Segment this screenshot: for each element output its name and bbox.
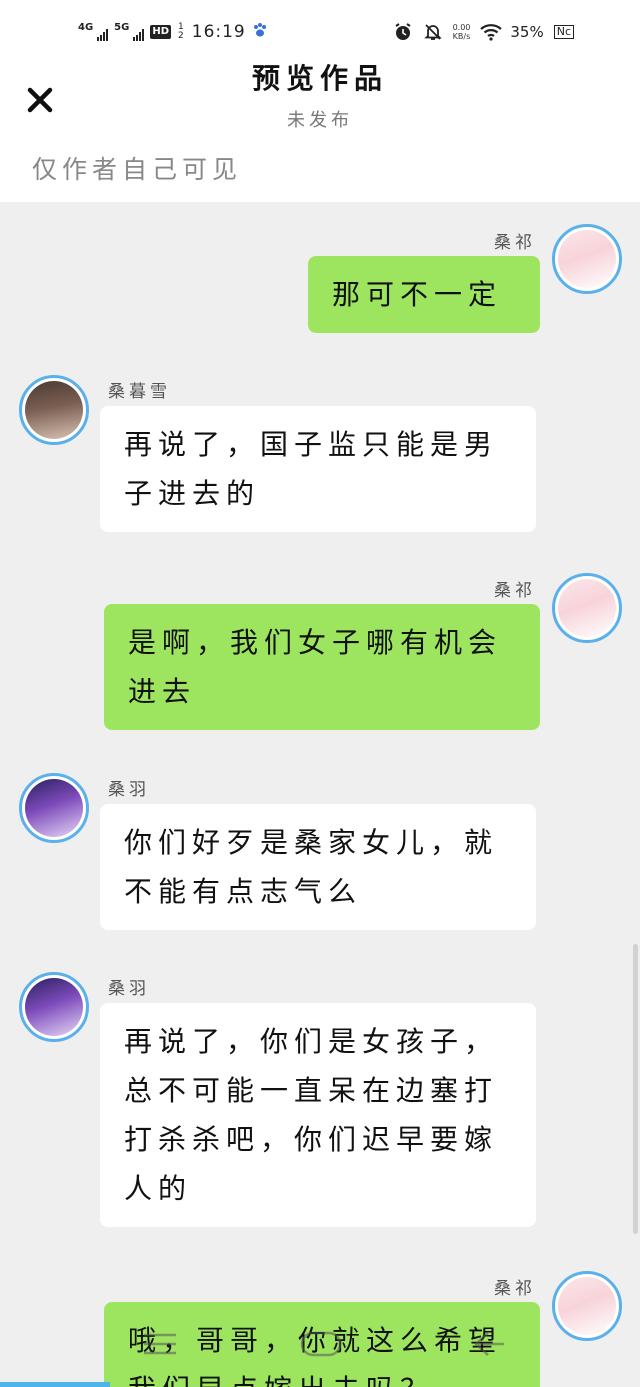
message-bubble[interactable]: 那可不一定 (308, 256, 540, 333)
sender-name: 桑羽 (108, 780, 150, 800)
nfc-icon: Nc (553, 25, 574, 39)
girl-avatar[interactable] (552, 224, 622, 294)
alarm-clock-icon (393, 22, 413, 42)
message-bubble[interactable]: 再说了，你们是女孩子，总不可能一直呆在边塞打打杀杀吧，你们迟早要嫁人的 (100, 1003, 536, 1227)
chat-message: 桑羽 你们好歹是桑家女儿，就不能有点志气么 (0, 770, 640, 940)
signal-4g: 4G (78, 22, 109, 41)
network-speed: 0.00 KB/s (453, 23, 471, 41)
bell-muted-icon (423, 22, 443, 42)
hd-voice-sim-number: 1 2 (178, 23, 184, 41)
back-icon (474, 1332, 504, 1356)
signal-bars-icon (97, 29, 109, 41)
chat-message: 桑祁 那可不一定 (0, 202, 640, 342)
status-bar: 4G 5G HD 1 2 16:19 0.00 KB/s 35% Nc (0, 0, 640, 62)
network-speed-unit: KB/s (452, 32, 471, 41)
sender-name: 桑祁 (494, 1279, 536, 1299)
visibility-note: 仅作者自己可见 (32, 155, 243, 184)
scrollbar[interactable] (633, 944, 638, 1234)
header: 预览作品 未发布 仅作者自己可见 (0, 62, 640, 202)
signal-bars-icon (133, 29, 145, 41)
chat-area[interactable]: 桑祁 那可不一定 桑暮雪 再说了，国子监只能是男子进去的 桑祁 是啊，我们女子哪… (0, 202, 640, 1387)
sender-name: 桑暮雪 (108, 382, 171, 402)
paw-notification-icon (252, 22, 268, 42)
girl-avatar[interactable] (552, 1271, 622, 1341)
sender-name: 桑祁 (494, 581, 536, 601)
publish-status: 未发布 (287, 110, 353, 131)
signal-5g-label: 5G (114, 22, 130, 33)
signal-4g-label: 4G (78, 22, 94, 33)
sender-name: 桑羽 (108, 979, 150, 999)
sender-name: 桑祁 (494, 233, 536, 253)
home-icon (300, 1331, 342, 1357)
chat-message: 桑暮雪 再说了，国子监只能是男子进去的 (0, 372, 640, 542)
screen: 4G 5G HD 1 2 16:19 0.00 KB/s 35% Nc 预览作品… (0, 0, 640, 1387)
woman-avatar[interactable] (19, 375, 89, 445)
network-speed-value: 0.00 (452, 23, 471, 32)
home-nav-button[interactable] (300, 1330, 342, 1362)
battery-level: 35% (510, 23, 544, 41)
boy-avatar[interactable] (19, 773, 89, 843)
hd-sim-bottom: 2 (178, 31, 184, 41)
chat-message: 桑祁 是啊，我们女子哪有机会进去 (0, 570, 640, 740)
back-nav-button[interactable] (472, 1330, 506, 1362)
chat-message: 桑羽 再说了，你们是女孩子，总不可能一直呆在边塞打打杀杀吧，你们迟早要嫁人的 (0, 969, 640, 1239)
wifi-icon (480, 22, 503, 42)
menu-icon (144, 1333, 176, 1355)
girl-avatar[interactable] (552, 573, 622, 643)
status-left: 4G 5G HD 1 2 16:19 (78, 22, 268, 42)
message-bubble[interactable]: 是啊，我们女子哪有机会进去 (104, 604, 540, 730)
page-title: 预览作品 (251, 62, 388, 95)
signal-5g: 5G (114, 22, 145, 41)
message-bubble[interactable]: 你们好歹是桑家女儿，就不能有点志气么 (100, 804, 536, 930)
menu-nav-button[interactable] (142, 1330, 178, 1362)
status-right: 0.00 KB/s 35% Nc (393, 22, 574, 42)
message-bubble[interactable]: 再说了，国子监只能是男子进去的 (100, 406, 536, 532)
hd-voice-badge: HD (150, 25, 172, 39)
boy-avatar[interactable] (19, 972, 89, 1042)
chat-message: 桑祁 哦，哥哥，你就这么希望我们早点嫁出去吗？ (0, 1268, 640, 1387)
status-time: 16:19 (191, 22, 246, 42)
